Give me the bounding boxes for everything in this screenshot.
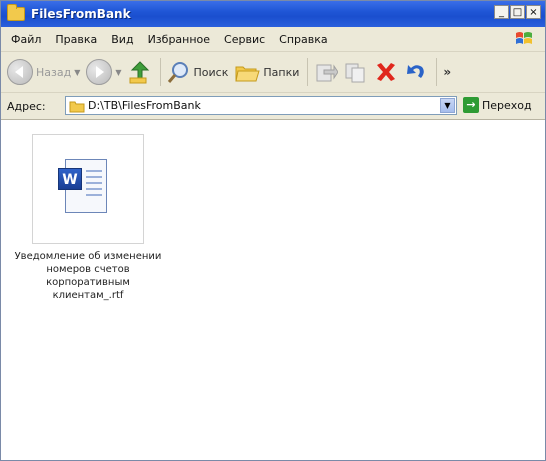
explorer-window: FilesFromBank _ □ × Файл Правка Вид Избр… [0, 0, 546, 461]
go-label: Переход [482, 98, 532, 112]
copy-to-icon [345, 63, 365, 83]
move-to-button[interactable] [314, 60, 339, 84]
back-label: Назад [36, 65, 72, 79]
search-label: Поиск [193, 65, 229, 79]
menu-help[interactable]: Справка [277, 33, 329, 46]
toolbar-separator [159, 58, 161, 86]
windows-logo-icon [516, 32, 532, 44]
file-thumbnail[interactable]: W [32, 134, 144, 244]
menu-edit[interactable]: Правка [53, 33, 99, 46]
file-list[interactable]: W Уведомление об изменении номеров счето… [1, 120, 545, 460]
file-item[interactable]: W Уведомление об изменении номеров счето… [13, 134, 163, 302]
window-controls: _ □ × [493, 5, 541, 19]
copy-to-button[interactable] [344, 60, 368, 84]
go-arrow-icon: → [463, 97, 479, 113]
folder-icon [7, 4, 25, 21]
minimize-button[interactable]: _ [494, 5, 509, 19]
search-icon [167, 62, 188, 83]
address-value: D:\TB\FilesFromBank [88, 99, 201, 112]
toolbar-overflow-button[interactable]: » [443, 65, 451, 79]
folder-up-icon [129, 61, 149, 84]
close-button[interactable]: × [526, 5, 541, 19]
window-title: FilesFromBank [31, 7, 131, 21]
move-to-icon [316, 64, 339, 82]
menu-tools[interactable]: Сервис [222, 33, 267, 46]
go-button[interactable]: → Переход [463, 97, 532, 113]
address-bar: Адрес: D:\TB\FilesFromBank ▼ → Переход [1, 93, 545, 120]
chevron-down-icon[interactable]: ▼ [74, 68, 80, 77]
delete-icon [377, 63, 396, 81]
toolbar-separator [307, 58, 309, 86]
undo-button[interactable] [404, 60, 428, 84]
menu-view[interactable]: Вид [109, 33, 135, 46]
delete-button[interactable] [374, 60, 398, 84]
back-arrow-icon [7, 59, 33, 85]
folders-label: Папки [263, 65, 300, 79]
menu-file[interactable]: Файл [9, 33, 43, 46]
toolbar-separator [436, 58, 438, 86]
address-label: Адрес: [7, 99, 46, 113]
menu-favorites[interactable]: Избранное [146, 33, 212, 46]
folder-icon [69, 101, 85, 113]
search-button[interactable]: Поиск [167, 60, 229, 84]
menu-bar: Файл Правка Вид Избранное Сервис Справка [1, 27, 545, 52]
address-input[interactable]: D:\TB\FilesFromBank ▼ [65, 96, 457, 115]
forward-arrow-icon [86, 59, 113, 85]
chevron-down-icon[interactable]: ▼ [440, 98, 455, 113]
up-button[interactable] [128, 60, 152, 84]
folders-button[interactable]: Папки [234, 61, 299, 83]
file-name[interactable]: Уведомление об изменении номеров счетов … [13, 250, 163, 302]
chevron-down-icon[interactable]: ▼ [115, 68, 121, 77]
folders-icon [235, 66, 261, 82]
title-bar[interactable]: FilesFromBank _ □ × [1, 1, 545, 27]
maximize-button[interactable]: □ [510, 5, 525, 19]
word-document-icon: W [58, 159, 107, 213]
undo-icon [407, 65, 425, 78]
toolbar: Назад ▼ ▼ Поиск Папки » [1, 52, 545, 93]
forward-button[interactable]: ▼ [86, 59, 122, 85]
back-button[interactable]: Назад ▼ [7, 59, 80, 85]
